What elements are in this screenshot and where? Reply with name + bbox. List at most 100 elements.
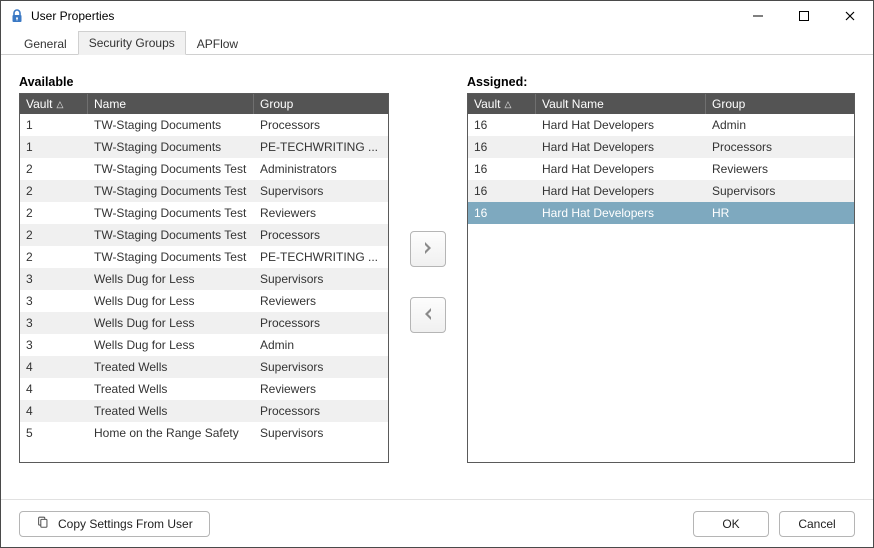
table-row[interactable]: 1TW-Staging DocumentsPE-TECHWRITING ... [20,136,388,158]
cell-name: TW-Staging Documents [88,140,254,154]
table-row[interactable]: 4Treated WellsReviewers [20,378,388,400]
cell-vault: 4 [20,360,88,374]
cell-group: Supervisors [254,426,388,440]
window-title: User Properties [31,9,114,23]
assigned-header: Vault △ Vault Name Group [468,94,854,114]
assigned-section: Assigned: Vault △ Vault Name Group 16Har… [467,75,855,489]
cell-name: Hard Hat Developers [536,118,706,132]
cell-group: Reviewers [254,382,388,396]
cell-vault: 2 [20,250,88,264]
table-row[interactable]: 2TW-Staging Documents TestPE-TECHWRITING… [20,246,388,268]
cell-vault: 2 [20,228,88,242]
table-row[interactable]: 2TW-Staging Documents TestReviewers [20,202,388,224]
cell-name: Treated Wells [88,360,254,374]
title-bar: User Properties [1,1,873,31]
cell-vault: 16 [468,162,536,176]
sort-asc-icon: △ [56,99,63,110]
close-button[interactable] [827,1,873,31]
cell-group: Processors [254,118,388,132]
cell-vault: 4 [20,382,88,396]
tab-general[interactable]: General [13,32,78,55]
cell-name: Wells Dug for Less [88,272,254,286]
cell-name: TW-Staging Documents Test [88,184,254,198]
table-row[interactable]: 16Hard Hat DevelopersReviewers [468,158,854,180]
assign-button[interactable] [410,231,446,267]
unassign-button[interactable] [410,297,446,333]
cell-vault: 2 [20,162,88,176]
cell-vault: 3 [20,316,88,330]
cell-name: TW-Staging Documents [88,118,254,132]
assigned-header-group[interactable]: Group [706,94,854,114]
cell-name: Wells Dug for Less [88,316,254,330]
table-row[interactable]: 2TW-Staging Documents TestAdministrators [20,158,388,180]
cell-name: TW-Staging Documents Test [88,250,254,264]
table-row[interactable]: 16Hard Hat DevelopersHR [468,202,854,224]
cell-name: TW-Staging Documents Test [88,228,254,242]
cell-name: TW-Staging Documents Test [88,162,254,176]
cell-group: Reviewers [706,162,854,176]
tab-apflow[interactable]: APFlow [186,32,249,55]
assigned-header-name[interactable]: Vault Name [536,94,706,114]
table-row[interactable]: 3Wells Dug for LessProcessors [20,312,388,334]
available-list[interactable]: Vault △ Name Group 1TW-Staging Documents… [19,93,389,463]
table-row[interactable]: 3Wells Dug for LessReviewers [20,290,388,312]
table-row[interactable]: 1TW-Staging DocumentsProcessors [20,114,388,136]
cell-group: Supervisors [254,184,388,198]
cell-name: Hard Hat Developers [536,184,706,198]
assigned-label: Assigned: [467,75,855,89]
cell-group: Reviewers [254,294,388,308]
ok-button[interactable]: OK [693,511,769,537]
cell-name: TW-Staging Documents Test [88,206,254,220]
maximize-button[interactable] [781,1,827,31]
available-header: Vault △ Name Group [20,94,388,114]
cell-name: Treated Wells [88,382,254,396]
cell-group: Administrators [254,162,388,176]
cell-vault: 3 [20,338,88,352]
cell-vault: 16 [468,206,536,220]
cell-group: PE-TECHWRITING ... [254,140,388,154]
available-header-group[interactable]: Group [254,94,388,114]
cell-vault: 1 [20,118,88,132]
assigned-list[interactable]: Vault △ Vault Name Group 16Hard Hat Deve… [467,93,855,463]
cell-vault: 16 [468,184,536,198]
tab-security-groups[interactable]: Security Groups [78,31,186,55]
assigned-rows[interactable]: 16Hard Hat DevelopersAdmin16Hard Hat Dev… [468,114,854,462]
table-row[interactable]: 4Treated WellsProcessors [20,400,388,422]
table-row[interactable]: 16Hard Hat DevelopersSupervisors [468,180,854,202]
cell-group: Processors [254,316,388,330]
table-row[interactable]: 2TW-Staging Documents TestProcessors [20,224,388,246]
available-rows[interactable]: 1TW-Staging DocumentsProcessors1TW-Stagi… [20,114,388,462]
available-header-name[interactable]: Name [88,94,254,114]
table-row[interactable]: 3Wells Dug for LessSupervisors [20,268,388,290]
cell-name: Hard Hat Developers [536,162,706,176]
cell-vault: 2 [20,184,88,198]
cell-vault: 4 [20,404,88,418]
dialog-footer: Copy Settings From User OK Cancel [1,499,873,547]
table-row[interactable]: 2TW-Staging Documents TestSupervisors [20,180,388,202]
cell-group: Processors [706,140,854,154]
cell-group: Admin [254,338,388,352]
tab-bar: General Security Groups APFlow [1,31,873,55]
cell-group: Reviewers [254,206,388,220]
available-header-vault[interactable]: Vault △ [20,94,88,114]
lock-icon [9,8,25,24]
cancel-button[interactable]: Cancel [779,511,855,537]
cell-vault: 5 [20,426,88,440]
copy-settings-button[interactable]: Copy Settings From User [19,511,210,537]
cell-group: Supervisors [706,184,854,198]
sort-asc-icon: △ [504,99,511,110]
cell-name: Wells Dug for Less [88,338,254,352]
tab-content: Available Vault △ Name Group 1TW-Staging… [1,55,873,499]
minimize-button[interactable] [735,1,781,31]
transfer-buttons [389,75,467,489]
table-row[interactable]: 16Hard Hat DevelopersAdmin [468,114,854,136]
table-row[interactable]: 16Hard Hat DevelopersProcessors [468,136,854,158]
table-row[interactable]: 4Treated WellsSupervisors [20,356,388,378]
cell-vault: 16 [468,118,536,132]
cell-group: Admin [706,118,854,132]
cell-vault: 3 [20,294,88,308]
table-row[interactable]: 3Wells Dug for LessAdmin [20,334,388,356]
assigned-header-vault[interactable]: Vault △ [468,94,536,114]
chevron-left-icon [420,306,436,325]
table-row[interactable]: 5Home on the Range SafetySupervisors [20,422,388,444]
